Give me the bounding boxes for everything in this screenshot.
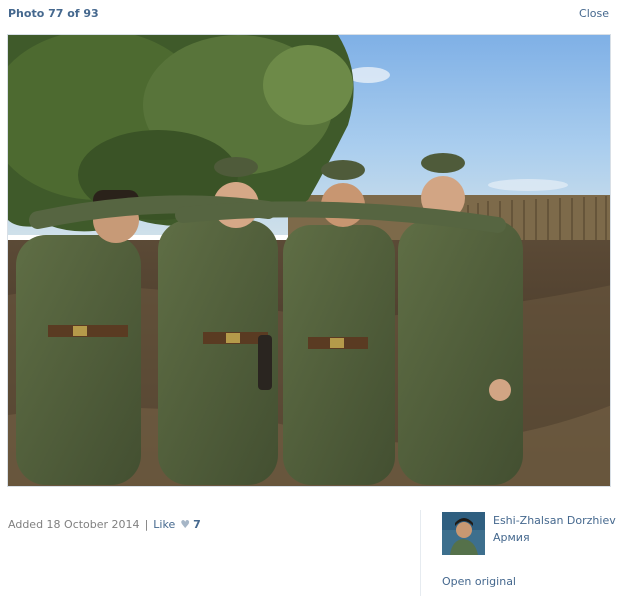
- photo-image: [8, 35, 610, 486]
- author-name-link[interactable]: Eshi-Zhalsan Dorzhiev: [493, 514, 616, 527]
- close-button[interactable]: Close: [579, 7, 609, 20]
- photo-meta: Added 18 October 2014 | Like ♥ 7: [8, 518, 201, 531]
- like-count[interactable]: 7: [193, 518, 201, 531]
- added-date: Added 18 October 2014: [8, 518, 140, 531]
- photo-viewer: Photo 77 of 93 Close Added 18 October 20…: [0, 0, 620, 596]
- info-divider: [420, 510, 421, 596]
- viewer-header: Photo 77 of 93 Close: [0, 0, 620, 30]
- photo-counter: Photo 77 of 93: [8, 7, 99, 20]
- photo-info-panel: Added 18 October 2014 | Like ♥ 7 Eshi-Zhalsa…: [0, 510, 620, 596]
- photo[interactable]: [7, 34, 611, 487]
- open-original-link[interactable]: Open original: [442, 575, 516, 588]
- author-avatar[interactable]: [442, 512, 485, 555]
- like-button[interactable]: Like: [153, 518, 175, 531]
- heart-icon[interactable]: ♥: [180, 518, 190, 531]
- album-link[interactable]: Армия: [493, 531, 530, 544]
- meta-separator: |: [144, 518, 149, 531]
